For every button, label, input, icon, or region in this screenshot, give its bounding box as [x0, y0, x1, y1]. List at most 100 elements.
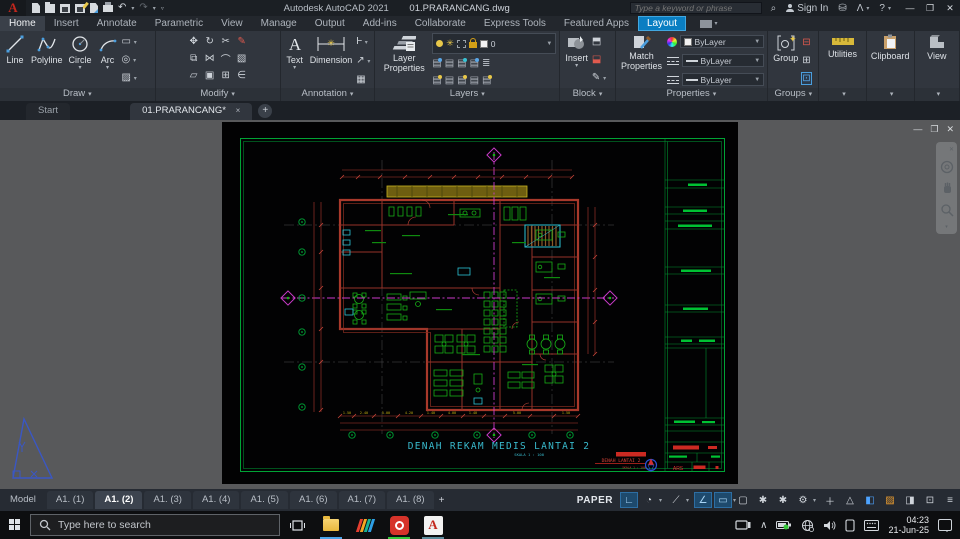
- panel-label-clipboard[interactable]: [866, 88, 914, 101]
- ribbon-display-button[interactable]: ▾: [696, 16, 722, 31]
- snap-tracking-icon[interactable]: ✱: [754, 492, 772, 508]
- layout-tab-a1-8[interactable]: A1. (8): [387, 491, 434, 509]
- action-center-icon[interactable]: [938, 519, 952, 532]
- line-button[interactable]: Line: [3, 33, 27, 88]
- insert-button[interactable]: Insert ▾: [563, 33, 590, 88]
- text-button[interactable]: A Text ▾: [284, 33, 306, 88]
- new-layout-button[interactable]: +: [435, 495, 449, 506]
- panel-label-layers[interactable]: Layers: [375, 88, 560, 101]
- table-icon[interactable]: ▦: [356, 74, 370, 85]
- panel-label-draw[interactable]: Draw: [0, 88, 155, 101]
- autocad-taskbar-button[interactable]: A: [416, 511, 450, 539]
- taskbar-search[interactable]: Type here to search: [30, 514, 280, 536]
- group-edit-icon[interactable]: ⊞: [802, 55, 810, 66]
- autodesk-apps-icon[interactable]: Λ ▾: [857, 3, 870, 14]
- clipboard-button[interactable]: Clipboard: [869, 33, 912, 88]
- screen-snip-icon[interactable]: [735, 519, 751, 531]
- dim-style-icon[interactable]: Ⱶ ▾: [356, 36, 370, 49]
- save-as-icon[interactable]: [75, 3, 85, 13]
- drawing-canvas[interactable]: ARS 1.50 2.40 5.00 4.20 1.40 4.00 1.40 5…: [0, 120, 960, 489]
- layout-tab-a1-1[interactable]: A1. (1): [46, 491, 94, 509]
- navbar-close-icon[interactable]: ✕: [949, 146, 954, 153]
- tab-insert[interactable]: Insert: [45, 16, 88, 31]
- screen-recorder-button[interactable]: [382, 511, 416, 539]
- crosshair-icon[interactable]: ＋: [821, 492, 839, 508]
- view-button[interactable]: View: [925, 33, 949, 88]
- group-selection-toggle-icon[interactable]: ⊡: [801, 72, 812, 86]
- plot-icon[interactable]: [90, 3, 98, 13]
- polar-tracking-icon[interactable]: ◔ ▾: [640, 492, 662, 508]
- open-file-icon[interactable]: [45, 1, 55, 13]
- background-icon[interactable]: ▨: [881, 492, 899, 508]
- wps-office-button[interactable]: [348, 511, 382, 539]
- layout-tab-a1-3[interactable]: A1. (3): [144, 491, 191, 509]
- panel-label-properties[interactable]: Properties: [615, 88, 768, 101]
- task-view-button[interactable]: [280, 511, 314, 539]
- stretch-tool-icon[interactable]: ▱: [186, 70, 202, 81]
- layer-lock-tool-icon[interactable]: ▤: [470, 58, 479, 69]
- sign-in-button[interactable]: Sign In: [786, 3, 828, 14]
- create-block-icon[interactable]: ⬒: [592, 36, 606, 47]
- isolate-objects-icon[interactable]: ◨: [901, 492, 919, 508]
- clean-screen-icon[interactable]: ⊡: [921, 492, 939, 508]
- paper-space-toggle[interactable]: PAPER: [571, 495, 619, 506]
- layer-dropdown[interactable]: ✳ 0 ▼: [432, 33, 557, 54]
- block-editor-icon[interactable]: ✎ ▾: [592, 72, 606, 85]
- isodraft-icon[interactable]: ⟋ ▾: [667, 492, 690, 508]
- minimize-button[interactable]: —: [900, 3, 920, 14]
- layer-unisolate-icon[interactable]: ▤: [445, 58, 454, 69]
- move-tool-icon[interactable]: ✥: [186, 36, 202, 47]
- layer-isolate-icon[interactable]: ▤: [432, 58, 441, 69]
- layout-tab-model[interactable]: Model: [1, 491, 45, 509]
- tab-layout[interactable]: Layout: [637, 16, 686, 31]
- workspace-gear-icon[interactable]: ⚙ ▾: [794, 492, 816, 508]
- app-store-cart-icon[interactable]: ⛁: [838, 3, 846, 14]
- panel-label-annotation[interactable]: Annotation: [280, 88, 375, 101]
- tab-parametric[interactable]: Parametric: [146, 16, 212, 31]
- layout-tab-a1-4[interactable]: A1. (4): [192, 491, 240, 509]
- file-explorer-button[interactable]: [314, 511, 348, 539]
- panel-label-groups[interactable]: Groups: [768, 88, 819, 101]
- pan-hand-icon[interactable]: [940, 181, 954, 195]
- lineweight-display-icon[interactable]: ✱: [774, 492, 792, 508]
- new-drawing-tab-button[interactable]: +: [258, 104, 273, 118]
- save-icon[interactable]: [60, 3, 70, 13]
- autocad-logo-icon[interactable]: A: [0, 0, 26, 16]
- match-properties-button[interactable]: Match Properties: [619, 33, 665, 88]
- new-file-icon[interactable]: [32, 3, 40, 13]
- panel-label-block[interactable]: Block: [560, 88, 615, 101]
- hatch-tool-icon[interactable]: ▨ ▾: [122, 72, 137, 85]
- selection-cycling-icon[interactable]: ▢: [734, 492, 752, 508]
- linetype-dropdown[interactable]: ByLayer ▼: [681, 73, 765, 86]
- file-tab-document[interactable]: 01.PRARANCANG* ×: [130, 103, 253, 120]
- tab-view[interactable]: View: [212, 16, 252, 31]
- object-color-dropdown[interactable]: ByLayer ▼: [679, 35, 765, 48]
- tab-output[interactable]: Output: [306, 16, 354, 31]
- dimension-button[interactable]: ✳ Dimension: [308, 33, 355, 88]
- dwg-minimize-icon[interactable]: —: [913, 124, 922, 135]
- edit-block-icon[interactable]: ⬓: [592, 54, 606, 65]
- rotate-tool-icon[interactable]: ↻: [202, 36, 218, 47]
- object-snap-icon[interactable]: ∠: [694, 492, 712, 508]
- layer-walk-icon[interactable]: ▤: [457, 75, 466, 86]
- layer-off-icon[interactable]: ▤: [482, 75, 491, 86]
- trim-tool-icon[interactable]: ✂: [218, 36, 234, 47]
- erase-tool-icon[interactable]: ✎: [234, 36, 250, 47]
- ungroup-icon[interactable]: ⊟: [802, 37, 810, 48]
- panel-label-view[interactable]: [914, 88, 959, 101]
- panel-label-modify[interactable]: Modify: [155, 88, 280, 101]
- dwg-close-icon[interactable]: ✕: [946, 124, 954, 135]
- dynamic-input-icon[interactable]: ▭ ▾: [714, 492, 736, 508]
- layout-paper[interactable]: ARS 1.50 2.40 5.00 4.20 1.40 4.00 1.40 5…: [222, 122, 738, 484]
- mirror-tool-icon[interactable]: ⋈: [202, 53, 218, 64]
- scale-tool-icon[interactable]: ▣: [202, 70, 218, 81]
- panel-label-utilities[interactable]: [819, 88, 866, 101]
- help-icon[interactable]: ? ▾: [879, 3, 891, 14]
- offset-tool-icon[interactable]: ∈: [234, 70, 250, 81]
- redo-icon[interactable]: ↷: [139, 3, 147, 13]
- grid-toggle-icon[interactable]: ∟: [620, 492, 638, 508]
- tab-manage[interactable]: Manage: [252, 16, 306, 31]
- layout-tab-a1-2[interactable]: A1. (2): [95, 491, 143, 509]
- layer-match-icon[interactable]: ≣: [482, 58, 490, 69]
- speaker-icon[interactable]: [823, 520, 836, 531]
